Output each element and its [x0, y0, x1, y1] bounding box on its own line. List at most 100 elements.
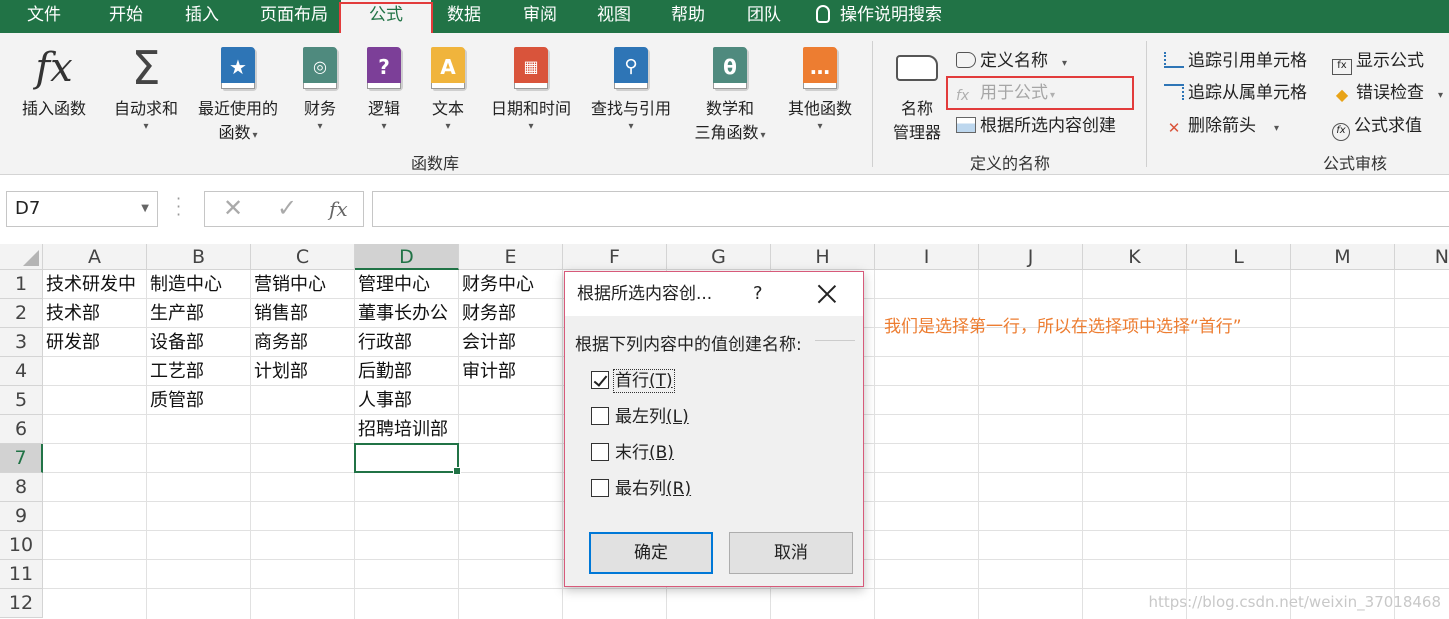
bottom-row-checkbox[interactable]: 末行(B): [591, 442, 674, 464]
column-header-j[interactable]: J: [979, 244, 1083, 270]
row-header-10[interactable]: 10: [0, 531, 43, 560]
cancel-icon[interactable]: ✕: [223, 194, 243, 222]
column-header-k[interactable]: K: [1083, 244, 1187, 270]
left-column-checkbox[interactable]: 最左列(L): [591, 406, 689, 428]
tab-file[interactable]: 文件: [14, 0, 74, 33]
select-all-button[interactable]: [0, 244, 43, 270]
trace-dependents-button[interactable]: 追踪从属单元格: [1164, 81, 1307, 105]
define-name-button[interactable]: 定义名称 ▾: [956, 49, 1067, 76]
cell-c2[interactable]: 销售部: [251, 299, 308, 328]
column-header-f[interactable]: F: [563, 244, 667, 270]
logical-button[interactable]: ? 逻辑 ▾: [356, 43, 412, 133]
cell-e3[interactable]: 会计部: [459, 328, 516, 357]
column-header-m[interactable]: M: [1291, 244, 1395, 270]
tab-help[interactable]: 帮助: [660, 0, 716, 33]
cell-b3[interactable]: 设备部: [147, 328, 204, 357]
recently-used-button[interactable]: ★ 最近使用的 函数 ▾: [190, 43, 286, 148]
row-header-9[interactable]: 9: [0, 502, 43, 531]
text-button[interactable]: A 文本 ▾: [420, 43, 476, 133]
remove-arrows-button[interactable]: ✕ 删除箭头 ▾: [1164, 114, 1279, 141]
evaluate-formula-button[interactable]: fx 公式求值: [1332, 114, 1422, 141]
row-header-8[interactable]: 8: [0, 473, 43, 502]
cell-b5[interactable]: 质管部: [147, 386, 204, 415]
cell-c4[interactable]: 计划部: [251, 357, 308, 386]
checkbox-icon[interactable]: [591, 443, 609, 461]
column-header-c[interactable]: C: [251, 244, 355, 270]
lookup-reference-button[interactable]: ⚲ 查找与引用 ▾: [584, 43, 678, 133]
row-header-4[interactable]: 4: [0, 357, 43, 386]
name-manager-button[interactable]: 名称 管理器: [886, 43, 948, 145]
row-header-6[interactable]: 6: [0, 415, 43, 444]
column-header-i[interactable]: I: [875, 244, 979, 270]
name-box[interactable]: D7 ▼: [6, 191, 158, 227]
cell-b1[interactable]: 制造中心: [147, 270, 222, 299]
enter-check-icon[interactable]: ✓: [277, 194, 297, 222]
top-row-checkbox[interactable]: 首行(T): [591, 369, 675, 393]
active-cell-d7[interactable]: [354, 443, 461, 475]
row-header-11[interactable]: 11: [0, 560, 43, 589]
right-column-checkbox[interactable]: 最右列(R): [591, 478, 691, 500]
cell-d2[interactable]: 董事长办公: [355, 299, 448, 328]
row-header-12[interactable]: 12: [0, 589, 43, 618]
checkbox-icon[interactable]: [591, 479, 609, 497]
row-header-2[interactable]: 2: [0, 299, 43, 328]
trace-precedents-button[interactable]: 追踪引用单元格: [1164, 49, 1307, 73]
cancel-button[interactable]: 取消: [729, 532, 853, 574]
insert-function-button[interactable]: fx 插入函数: [14, 43, 94, 121]
column-header-h[interactable]: H: [771, 244, 875, 270]
ok-button[interactable]: 确定: [589, 532, 713, 574]
cell-d3[interactable]: 行政部: [355, 328, 412, 357]
watermark: https://blog.csdn.net/weixin_37018468: [1148, 593, 1441, 611]
create-from-selection-button[interactable]: 根据所选内容创建: [956, 114, 1116, 138]
formula-input[interactable]: [372, 191, 1449, 227]
checkbox-checked-icon[interactable]: [591, 371, 609, 389]
tab-page-layout[interactable]: 页面布局: [252, 0, 336, 33]
date-time-button[interactable]: ▦ 日期和时间 ▾: [484, 43, 578, 133]
tab-view[interactable]: 视图: [586, 0, 642, 33]
column-header-a[interactable]: A: [43, 244, 147, 270]
cell-d4[interactable]: 后勤部: [355, 357, 412, 386]
cell-e4[interactable]: 审计部: [459, 357, 516, 386]
cell-d1[interactable]: 管理中心: [355, 270, 430, 299]
row-header-5[interactable]: 5: [0, 386, 43, 415]
cell-e1[interactable]: 财务中心: [459, 270, 534, 299]
row-header-3[interactable]: 3: [0, 328, 43, 357]
drag-handle-icon[interactable]: · · ·: [176, 191, 181, 223]
column-header-l[interactable]: L: [1187, 244, 1291, 270]
column-header-n[interactable]: N: [1395, 244, 1449, 270]
cell-a2[interactable]: 技术部: [43, 299, 100, 328]
tab-review[interactable]: 审阅: [512, 0, 568, 33]
financial-button[interactable]: ◎ 财务 ▾: [292, 43, 348, 133]
column-header-b[interactable]: B: [147, 244, 251, 270]
cell-e2[interactable]: 财务部: [459, 299, 516, 328]
cell-b2[interactable]: 生产部: [147, 299, 204, 328]
sigma-icon: Σ: [131, 41, 161, 95]
cell-a3[interactable]: 研发部: [43, 328, 100, 357]
column-header-g[interactable]: G: [667, 244, 771, 270]
column-header-d[interactable]: D: [355, 244, 459, 270]
cell-b4[interactable]: 工艺部: [147, 357, 204, 386]
cell-c1[interactable]: 营销中心: [251, 270, 326, 299]
tell-me-search[interactable]: 操作说明搜索: [816, 0, 976, 33]
tab-home[interactable]: 开始: [98, 0, 154, 33]
checkbox-icon[interactable]: [591, 407, 609, 425]
insert-function-icon[interactable]: fx: [329, 197, 348, 221]
cell-d6[interactable]: 招聘培训部: [355, 415, 448, 444]
tab-insert[interactable]: 插入: [174, 0, 230, 33]
show-formulas-button[interactable]: fx 显示公式: [1332, 49, 1424, 75]
tab-data[interactable]: 数据: [436, 0, 492, 33]
math-trig-button[interactable]: θ 数学和 三角函数 ▾: [684, 43, 776, 148]
chevron-down-icon[interactable]: ▼: [141, 192, 149, 226]
column-header-e[interactable]: E: [459, 244, 563, 270]
autosum-button[interactable]: Σ 自动求和 ▾: [106, 43, 186, 133]
help-button[interactable]: ?: [753, 272, 763, 316]
close-icon[interactable]: [817, 284, 837, 304]
row-header-1[interactable]: 1: [0, 270, 43, 299]
more-functions-button[interactable]: … 其他函数 ▾: [780, 43, 860, 133]
row-header-7[interactable]: 7: [0, 444, 43, 473]
cell-d5[interactable]: 人事部: [355, 386, 412, 415]
cell-a1[interactable]: 技术研发中: [43, 270, 136, 299]
tab-team[interactable]: 团队: [736, 0, 792, 33]
cell-c3[interactable]: 商务部: [251, 328, 308, 357]
error-checking-button[interactable]: ◆ 错误检查 ▾: [1332, 81, 1443, 108]
